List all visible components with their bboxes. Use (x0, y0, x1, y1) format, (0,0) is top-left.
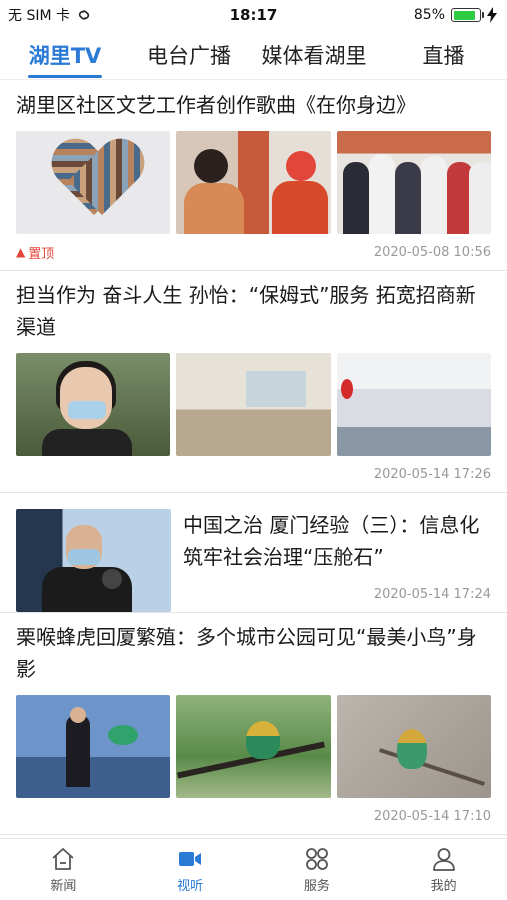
feed-item-title: 栗喉蜂虎回厦繁殖：多个城市公园可见“最美小鸟”身影 (16, 625, 477, 681)
tab-huli-tv[interactable]: 湖里TV (0, 30, 130, 80)
bottom-nav: 新闻 视听 服务 我的 (0, 838, 507, 900)
feed-item-time: 2020-05-14 17:26 (373, 466, 491, 482)
battery-group: 85% (414, 7, 497, 23)
nav-news-label: 新闻 (50, 878, 77, 894)
nav-profile-label: 我的 (430, 878, 457, 894)
feed-item-thumbnails (16, 353, 491, 456)
feed-item[interactable]: 栗喉蜂虎回厦繁殖：多个城市公园可见“最美小鸟”身影 2020-05-14 17:… (0, 613, 507, 835)
carrier-label: 无 SIM 卡 (8, 8, 70, 24)
feed-item-time: 2020-05-14 17:24 (373, 586, 491, 602)
nav-services[interactable]: 服务 (254, 839, 381, 900)
link-icon (78, 10, 90, 20)
feed-item-title: 湖里区社区文艺工作者创作歌曲《在你身边》 (16, 93, 416, 117)
thumbnail-image (336, 131, 491, 234)
thumbnail-image (176, 131, 331, 234)
pin-up-icon: ▲ (16, 245, 26, 259)
feed-item-meta: 2020-05-14 17:24 (183, 576, 491, 612)
carrier-group: 无 SIM 卡 (8, 5, 92, 25)
feed-item-thumbnails (16, 695, 491, 798)
nav-news[interactable]: 新闻 (0, 839, 127, 900)
battery-fill (453, 10, 475, 20)
thumbnail-image (16, 695, 171, 798)
feed-item-time: 2020-05-08 10:56 (373, 244, 491, 260)
tab-live[interactable]: 直播 (380, 30, 507, 80)
feed-item-meta: ▲ 置顶 2020-05-08 10:56 (16, 234, 491, 270)
tab-media[interactable]: 媒体看湖里 (248, 30, 380, 80)
nav-media[interactable]: 视听 (127, 839, 254, 900)
feed-item[interactable]: 湖里区社区文艺工作者创作歌曲《在你身边》 ▲ 置顶 2020-05-08 10:… (0, 81, 507, 271)
channel-tabs: 湖里TV 电台广播 媒体看湖里 直播 (0, 30, 507, 80)
video-camera-icon (179, 851, 202, 866)
battery-percent: 85% (413, 7, 445, 23)
thumbnail-image (16, 509, 171, 612)
feed-item-time: 2020-05-14 17:10 (373, 808, 491, 824)
thumbnail-image (16, 131, 171, 234)
news-feed: 湖里区社区文艺工作者创作歌曲《在你身边》 ▲ 置顶 2020-05-08 10:… (0, 81, 507, 838)
feed-item-title: 中国之治 厦门经验（三）：信息化筑牢社会治理“压舱石” (183, 513, 480, 569)
home-icon (52, 847, 74, 870)
thumbnail-image (16, 353, 171, 456)
nav-profile[interactable]: 我的 (380, 839, 507, 900)
thumbnail-image (336, 353, 491, 456)
grid-icon (305, 847, 328, 870)
thumbnail-image (176, 695, 331, 798)
thumbnail-image (176, 353, 331, 456)
nav-media-label: 视听 (177, 878, 204, 894)
feed-item-title: 担当作为 奋斗人生 孙怡：“保姆式”服务 拓宽招商新渠道 (16, 283, 476, 339)
feed-item-meta: 2020-05-14 17:10 (16, 798, 491, 834)
feed-item[interactable]: 担当作为 奋斗人生 孙怡：“保姆式”服务 拓宽招商新渠道 2020-05-14 … (0, 271, 507, 493)
battery-icon (451, 8, 484, 22)
nav-services-label: 服务 (303, 878, 330, 894)
feed-item-meta: 2020-05-14 17:26 (16, 456, 491, 492)
thumbnail-image (336, 695, 491, 798)
user-icon (432, 847, 455, 871)
charging-icon (487, 7, 497, 23)
feed-item-text: 中国之治 厦门经验（三）：信息化筑牢社会治理“压舱石” 2020-05-14 1… (183, 509, 491, 612)
feed-item-thumbnails (16, 131, 491, 234)
feed-item[interactable]: 中国之治 厦门经验（三）：信息化筑牢社会治理“压舱石” 2020-05-14 1… (0, 493, 507, 613)
pinned-label: 置顶 (28, 246, 55, 262)
tab-radio[interactable]: 电台广播 (130, 30, 248, 80)
status-bar: 无 SIM 卡 18:17 85% (0, 0, 507, 30)
pinned-badge: ▲ 置顶 (16, 243, 54, 262)
